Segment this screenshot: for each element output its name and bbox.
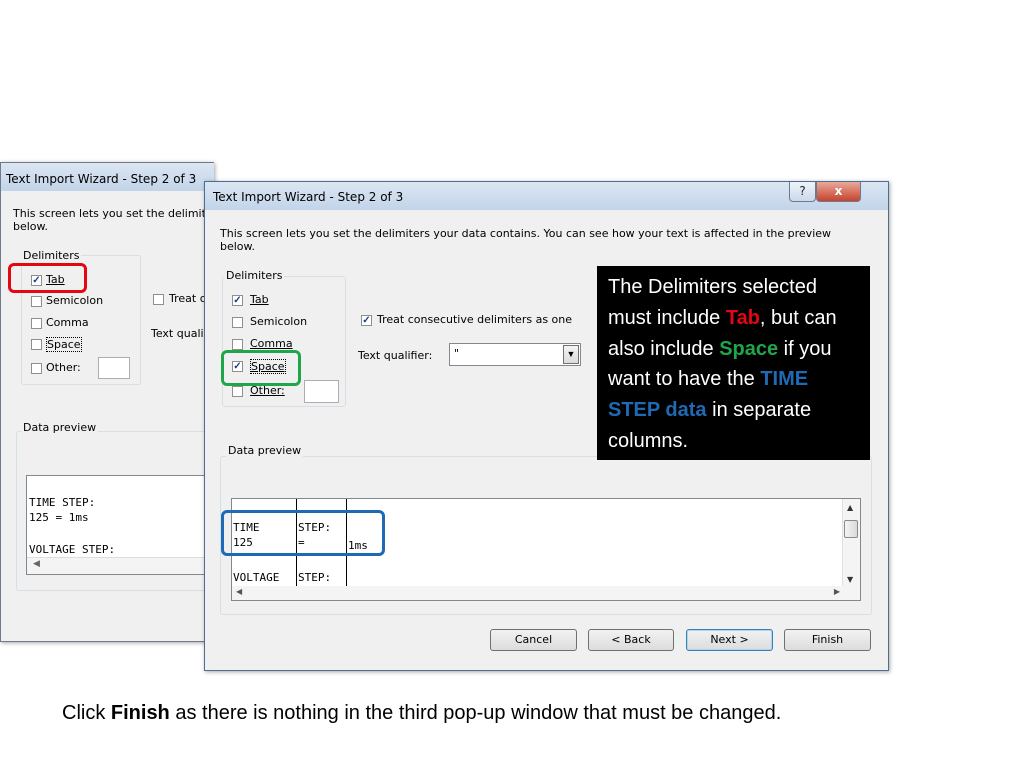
preview-cell: STEP:: [298, 571, 332, 584]
back-delimiters-label: Delimiters: [21, 249, 82, 262]
treat-consecutive-checkbox[interactable]: ✓: [361, 315, 372, 326]
back-treat-checkbox[interactable]: [153, 294, 164, 305]
back-comma-checkbox[interactable]: [31, 318, 42, 329]
back-qualifier-label: Text quali: [151, 327, 204, 340]
space-highlight-box: [221, 350, 301, 386]
help-button[interactable]: ?: [789, 182, 816, 202]
back-space-checkbox[interactable]: [31, 339, 42, 350]
data-preview-label: Data preview: [226, 444, 304, 457]
comma-label: Comma: [250, 337, 293, 350]
back-preview-line: VOLTAGE STEP:: [29, 543, 116, 556]
semicolon-checkbox[interactable]: [232, 317, 243, 328]
back-preview-box: TIME STEP: 125 = 1ms VOLTAGE STEP: ◀: [26, 475, 221, 575]
finish-button[interactable]: Finish: [784, 629, 871, 651]
treat-consecutive-label: Treat consecutive delimiters as one: [377, 313, 573, 326]
back-title-bar: Text Import Wizard - Step 2 of 3: [1, 163, 214, 191]
scroll-left-icon[interactable]: ◀: [236, 587, 242, 596]
semicolon-label: Semicolon: [250, 315, 308, 328]
tab-label: Tab: [250, 293, 269, 306]
caption-finish-word: Finish: [110, 702, 170, 724]
scroll-right-icon[interactable]: ▶: [834, 587, 840, 596]
next-button[interactable]: Next >: [686, 629, 773, 651]
preview-cell: VOLTAGE: [233, 571, 280, 584]
horizontal-scrollbar[interactable]: ◀ ▶: [232, 586, 860, 600]
back-other-input[interactable]: [98, 357, 130, 379]
text-qualifier-value: ": [454, 347, 460, 360]
back-dialog: Text Import Wizard - Step 2 of 3 This sc…: [0, 162, 221, 642]
scroll-left-icon[interactable]: ◀: [33, 559, 40, 569]
back-treat-label: Treat c: [169, 292, 206, 305]
dropdown-arrow-icon[interactable]: ▼: [563, 345, 579, 364]
other-input[interactable]: [304, 380, 339, 403]
back-other-checkbox[interactable]: [31, 363, 42, 374]
timestep-highlight-box: [221, 510, 385, 556]
front-description: This screen lets you set the delimiters …: [220, 227, 832, 253]
back-comma-label: Comma: [46, 316, 89, 329]
close-button[interactable]: x: [816, 182, 861, 202]
back-semicolon-checkbox[interactable]: [31, 296, 42, 307]
callout-space-word: Space: [719, 337, 779, 360]
back-preview-label: Data preview: [21, 421, 99, 434]
back-preview-line: TIME STEP:: [29, 496, 96, 509]
caption-suffix: as there is nothing in the third pop-up …: [169, 702, 782, 724]
vertical-scrollbar[interactable]: ▲ ▼: [842, 499, 860, 586]
back-space-label: Space: [46, 337, 82, 352]
text-qualifier-select[interactable]: " ▼: [449, 343, 581, 366]
other-checkbox[interactable]: [232, 386, 243, 397]
scroll-down-icon[interactable]: ▼: [847, 575, 853, 584]
back-semicolon-label: Semicolon: [46, 294, 104, 307]
text-qualifier-label: Text qualifier:: [358, 349, 433, 362]
scroll-thumb[interactable]: [844, 520, 858, 538]
tab-highlight-box: [8, 263, 87, 293]
caption-prefix: Click: [62, 702, 111, 724]
callout-box: The Delimiters selected must include Tab…: [597, 266, 870, 460]
caption: Click Finish as there is nothing in the …: [62, 702, 781, 725]
delimiters-label: Delimiters: [224, 269, 285, 282]
front-dialog-title: Text Import Wizard - Step 2 of 3: [213, 190, 404, 204]
back-horizontal-scrollbar[interactable]: ◀: [27, 557, 221, 574]
tab-checkbox[interactable]: ✓: [232, 295, 243, 306]
back-dialog-title: Text Import Wizard - Step 2 of 3: [6, 172, 197, 186]
scroll-up-icon[interactable]: ▲: [847, 503, 853, 512]
front-title-bar: Text Import Wizard - Step 2 of 3 ? x: [205, 182, 888, 210]
back-button[interactable]: < Back: [588, 629, 674, 651]
cancel-button[interactable]: Cancel: [490, 629, 577, 651]
callout-tab-word: Tab: [725, 306, 760, 329]
back-preview-line: 125 = 1ms: [29, 511, 89, 524]
back-other-label: Other:: [46, 361, 81, 374]
back-description: This screen lets you set the delimit bel…: [13, 207, 206, 233]
comma-checkbox[interactable]: [232, 339, 243, 350]
